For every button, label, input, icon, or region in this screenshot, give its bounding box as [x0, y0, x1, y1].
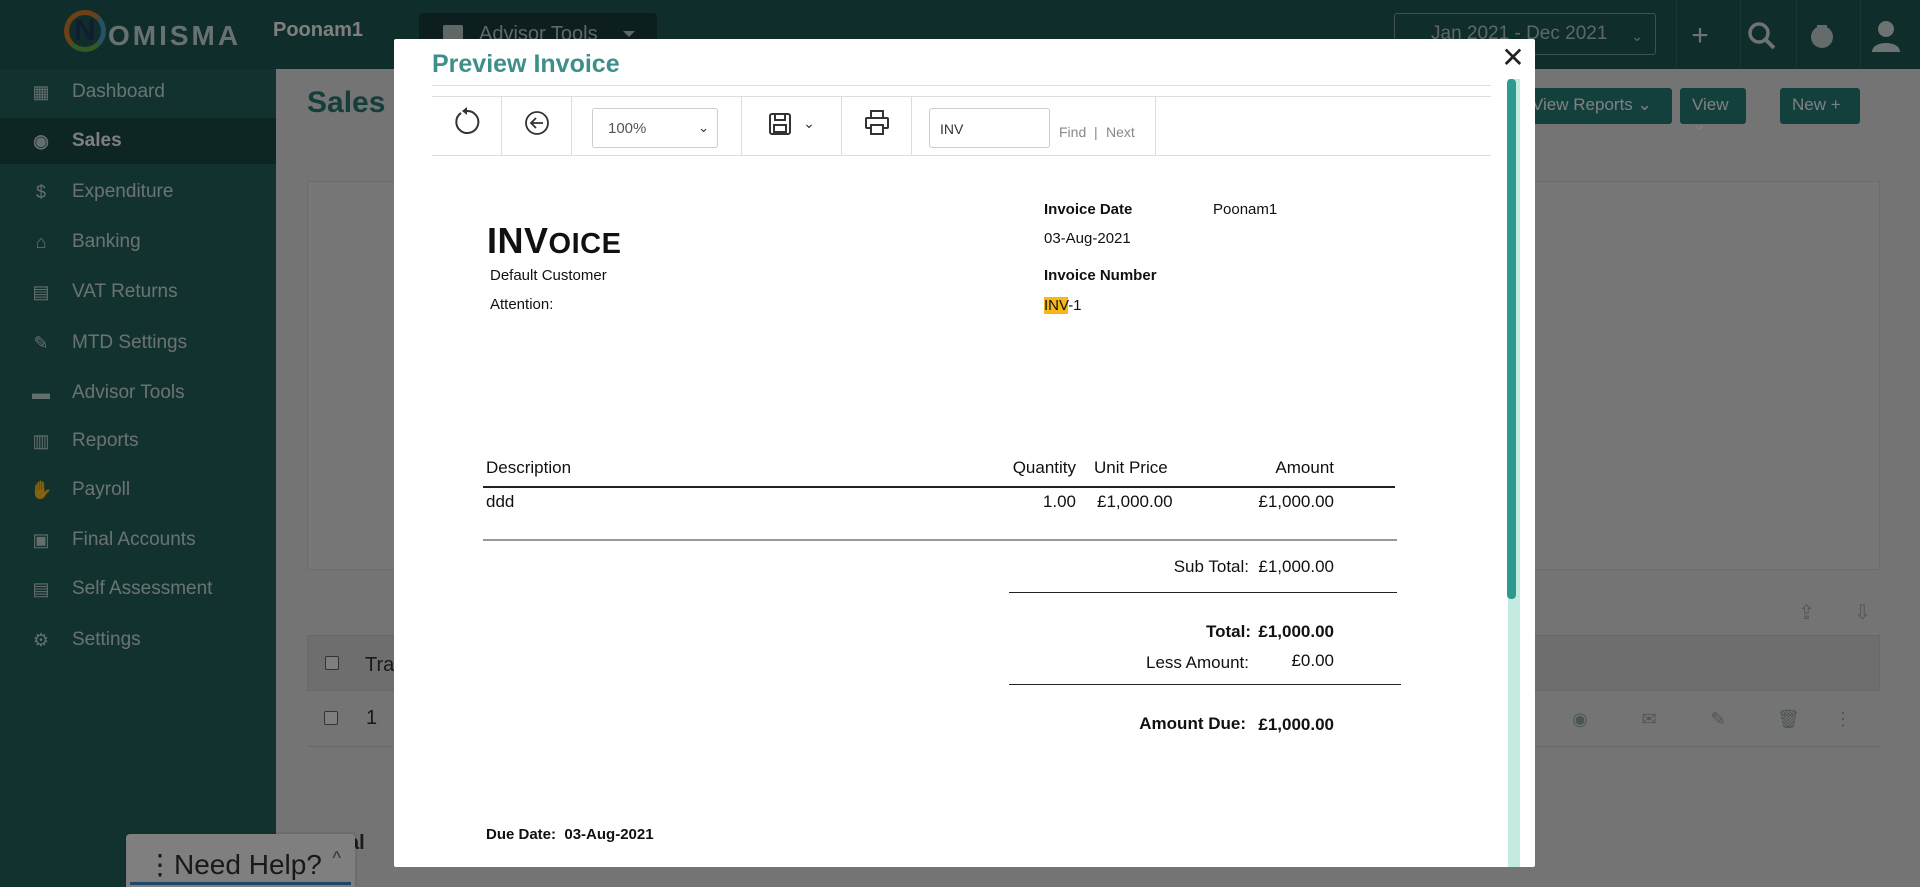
- save-icon[interactable]: [768, 111, 792, 142]
- find-input[interactable]: INV: [929, 108, 1050, 148]
- preview-invoice-modal: Preview Invoice ✕ 100% ⌄ ⌄ INV Find | Ne…: [394, 39, 1535, 867]
- column-description: Description: [486, 458, 572, 477]
- column-unit-price: Unit Price: [1094, 458, 1168, 477]
- invoice-number: INV-1: [1044, 297, 1082, 314]
- customer-name: Default Customer: [490, 267, 607, 284]
- chevron-down-icon[interactable]: ⌄: [802, 115, 816, 132]
- modal-title: Preview Invoice: [432, 50, 620, 78]
- invoice-date-label: Invoice Date: [1044, 201, 1133, 218]
- close-icon[interactable]: ✕: [1498, 43, 1528, 73]
- attention-label: Attention:: [490, 296, 554, 313]
- column-amount: Amount: [1275, 458, 1334, 477]
- column-quantity: Quantity: [1012, 458, 1076, 477]
- sub-total-value: £1,000.00: [1258, 557, 1334, 576]
- line-description: ddd: [486, 492, 515, 511]
- total-label: Total:: [1205, 622, 1251, 641]
- refresh-icon[interactable]: [452, 107, 482, 144]
- report-toolbar: 100% ⌄ ⌄ INV Find | Next: [432, 96, 1491, 156]
- chevron-down-icon: ⌄: [698, 120, 709, 135]
- zoom-select[interactable]: 100% ⌄: [592, 108, 718, 148]
- less-amount-value: £0.00: [1291, 651, 1334, 670]
- search-highlight: INV: [1044, 297, 1069, 314]
- print-icon[interactable]: [864, 110, 890, 143]
- sub-total-label: Sub Total:: [1173, 557, 1249, 576]
- invoice-number-label: Invoice Number: [1044, 267, 1157, 284]
- invoice-heading: INVOICE: [487, 220, 622, 261]
- amount-due-value: £1,000.00: [1258, 715, 1334, 734]
- less-amount-label: Less Amount:: [1145, 653, 1249, 672]
- invoice-date: 03-Aug-2021: [1044, 230, 1131, 247]
- company-name-on-invoice: Poonam1: [1213, 201, 1278, 218]
- line-quantity: 1.00: [1042, 492, 1076, 511]
- line-amount: £1,000.00: [1258, 492, 1334, 511]
- find-separator: |: [1094, 124, 1098, 140]
- total-value: £1,000.00: [1258, 622, 1334, 641]
- amount-due-label: Amount Due:: [1139, 714, 1246, 733]
- find-button[interactable]: Find: [1059, 124, 1086, 140]
- due-date: Due Date: 03-Aug-2021: [486, 826, 654, 843]
- next-button[interactable]: Next: [1106, 124, 1135, 140]
- back-icon[interactable]: [524, 110, 550, 143]
- modal-scroll-thumb[interactable]: [1507, 79, 1516, 599]
- line-unit-price: £1,000.00: [1097, 492, 1173, 511]
